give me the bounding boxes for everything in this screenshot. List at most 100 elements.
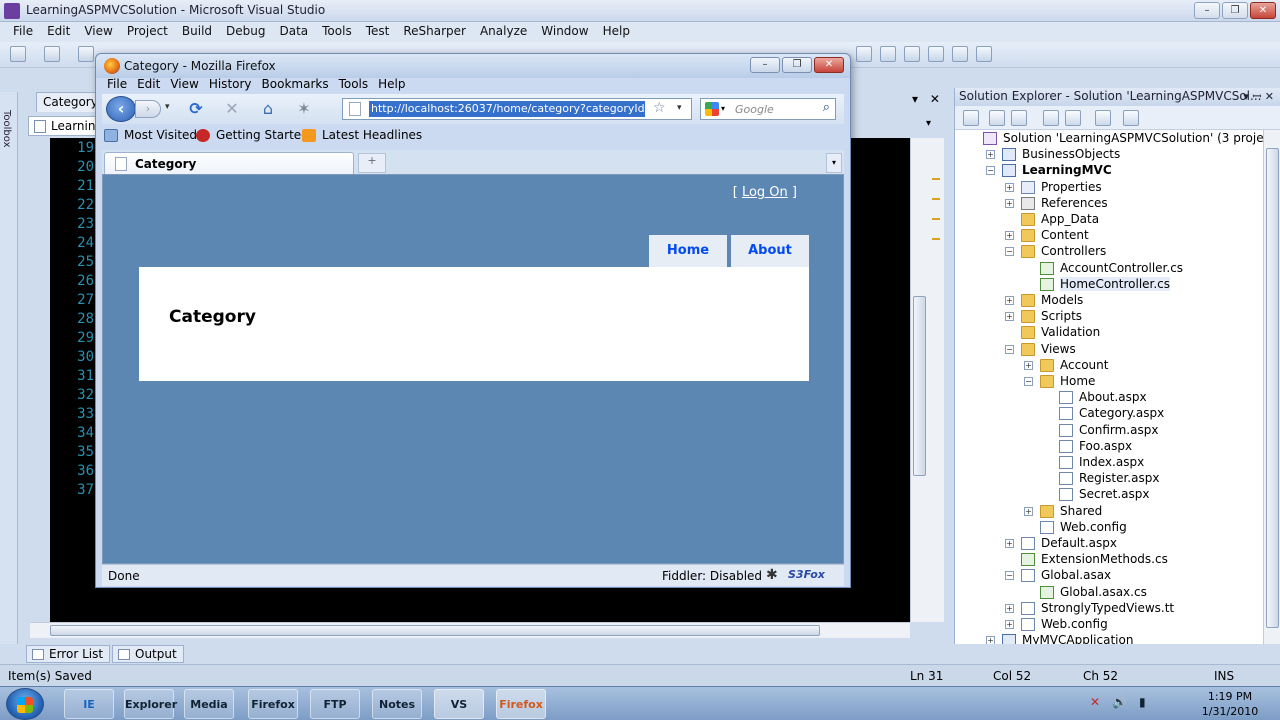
view-designer-icon[interactable] bbox=[1065, 110, 1081, 126]
solution-explorer-scrollbar[interactable] bbox=[1263, 130, 1280, 644]
collapse-icon[interactable]: − bbox=[1005, 247, 1014, 257]
back-button[interactable]: ‹ bbox=[106, 96, 136, 122]
toolbar-icon[interactable] bbox=[856, 46, 872, 62]
menu-analyze[interactable]: Analyze bbox=[473, 22, 534, 42]
toolbar-icon[interactable] bbox=[904, 46, 920, 62]
forward-button[interactable]: › bbox=[135, 100, 161, 118]
expand-icon[interactable]: + bbox=[1005, 182, 1014, 192]
taskbar-firefox[interactable]: Firefox bbox=[496, 689, 546, 719]
tab-output[interactable]: Output bbox=[112, 645, 184, 663]
tab-list-dropdown[interactable]: ▾ bbox=[826, 153, 842, 173]
close-button[interactable]: ✕ bbox=[814, 57, 844, 73]
refresh-icon[interactable] bbox=[1011, 110, 1027, 126]
taskbar-firefox-addon[interactable]: Firefox bbox=[248, 689, 298, 719]
ff-menu-file[interactable]: File bbox=[102, 76, 132, 94]
reload-icon[interactable]: ⟳ bbox=[186, 100, 206, 118]
scrollbar-thumb[interactable] bbox=[913, 296, 926, 476]
url-bar[interactable]: http://localhost:26037/home/category?cat… bbox=[342, 98, 692, 120]
ff-menu-bookmarks[interactable]: Bookmarks bbox=[257, 76, 334, 94]
bookmark-most-visited[interactable]: Most Visited bbox=[104, 128, 197, 142]
nav-about-link[interactable]: About bbox=[731, 235, 809, 267]
home-icon[interactable]: ⌂ bbox=[258, 100, 278, 118]
expand-icon[interactable]: + bbox=[1005, 198, 1014, 208]
pin-dropdown-icon[interactable]: ▾ bbox=[912, 92, 918, 106]
toolbar-icon[interactable] bbox=[976, 46, 992, 62]
show-all-files-icon[interactable] bbox=[989, 110, 1005, 126]
close-button[interactable]: ✕ bbox=[1250, 2, 1276, 19]
fiddler-status[interactable]: Fiddler: Disabled bbox=[662, 569, 762, 583]
maximize-button[interactable]: ❐ bbox=[782, 57, 812, 73]
toolbox-label[interactable]: Toolbox bbox=[1, 110, 12, 148]
collapse-icon[interactable]: − bbox=[1024, 377, 1033, 386]
view-code-icon[interactable] bbox=[1043, 110, 1059, 126]
volume-icon[interactable]: 🔊 bbox=[1112, 695, 1127, 709]
log-on-link[interactable]: Log On bbox=[742, 185, 788, 200]
expand-icon[interactable]: + bbox=[1005, 620, 1014, 629]
expand-icon[interactable]: + bbox=[1005, 231, 1014, 241]
bookmark-getting-started[interactable]: Getting Started bbox=[196, 128, 309, 142]
ff-menu-edit[interactable]: Edit bbox=[132, 76, 165, 94]
start-debug-icon[interactable] bbox=[952, 46, 968, 62]
minimize-button[interactable]: – bbox=[1194, 2, 1220, 19]
tab-error-list[interactable]: Error List bbox=[26, 645, 111, 663]
extension-icon[interactable]: ✶ bbox=[294, 100, 314, 118]
taskbar-windows-explorer[interactable]: Explorer bbox=[124, 689, 177, 719]
collapse-icon[interactable]: − bbox=[1005, 344, 1014, 354]
search-bar[interactable]: ▾ Google ⌕ bbox=[700, 98, 836, 120]
menu-test[interactable]: Test bbox=[359, 22, 397, 42]
search-icon[interactable]: ⌕ bbox=[823, 100, 830, 115]
scrollbar-thumb[interactable] bbox=[1266, 148, 1279, 628]
search-engine-dropdown-icon[interactable]: ▾ bbox=[721, 104, 725, 113]
menu-view[interactable]: View bbox=[77, 22, 119, 42]
toolbar-icon[interactable] bbox=[928, 46, 944, 62]
open-file-icon[interactable] bbox=[78, 46, 94, 62]
expand-icon[interactable]: + bbox=[1024, 360, 1033, 370]
expand-icon[interactable]: + bbox=[1005, 603, 1014, 613]
taskbar-internet-explorer[interactable]: IE bbox=[64, 689, 114, 719]
collapse-icon[interactable]: − bbox=[986, 166, 995, 176]
google-icon[interactable] bbox=[705, 102, 719, 116]
menu-build[interactable]: Build bbox=[175, 22, 219, 42]
browser-tab-category[interactable]: Category bbox=[104, 152, 354, 174]
close-document-icon[interactable]: ✕ bbox=[930, 92, 940, 106]
collapse-icon[interactable]: − bbox=[1005, 571, 1014, 581]
stop-icon[interactable]: ✕ bbox=[222, 100, 242, 118]
minimize-button[interactable]: – bbox=[750, 57, 780, 73]
expand-icon[interactable]: + bbox=[1005, 296, 1014, 305]
menu-tools[interactable]: Tools bbox=[315, 22, 359, 42]
bookmark-latest-headlines[interactable]: Latest Headlines bbox=[302, 128, 422, 142]
history-dropdown-icon[interactable]: ▾ bbox=[165, 102, 170, 112]
toolbar-icon[interactable] bbox=[880, 46, 896, 62]
menu-window[interactable]: Window bbox=[534, 22, 595, 42]
class-diagram-icon[interactable] bbox=[1095, 110, 1111, 126]
menu-resharper[interactable]: ReSharper bbox=[396, 22, 473, 42]
scrollbar-thumb[interactable] bbox=[50, 625, 820, 636]
expand-icon[interactable]: + bbox=[1005, 312, 1014, 322]
copy-website-icon[interactable] bbox=[1123, 110, 1139, 126]
add-item-icon[interactable] bbox=[44, 46, 60, 62]
taskbar-media-player[interactable]: Media bbox=[184, 689, 234, 719]
panel-controls[interactable]: ▾ ꟷ ✕ bbox=[1243, 89, 1274, 104]
battery-icon[interactable]: ▮ bbox=[1139, 695, 1146, 709]
s3fox-button[interactable]: S3Fox bbox=[788, 568, 825, 581]
search-input[interactable]: Google bbox=[735, 103, 774, 116]
taskbar-ftp[interactable]: FTP bbox=[310, 689, 360, 719]
nav-home-link[interactable]: Home bbox=[649, 235, 727, 267]
start-button[interactable] bbox=[6, 688, 44, 720]
ff-menu-view[interactable]: View bbox=[165, 76, 203, 94]
network-error-icon[interactable]: ✕ bbox=[1090, 695, 1100, 709]
menu-help[interactable]: Help bbox=[596, 22, 637, 42]
menu-file[interactable]: File bbox=[6, 22, 40, 42]
maximize-button[interactable]: ❐ bbox=[1222, 2, 1248, 19]
expand-icon[interactable]: + bbox=[986, 150, 995, 160]
ff-menu-tools[interactable]: Tools bbox=[334, 76, 374, 94]
addon-icon[interactable]: ✱ bbox=[766, 567, 778, 583]
member-dropdown-icon[interactable]: ▾ bbox=[926, 118, 931, 129]
ff-menu-history[interactable]: History bbox=[204, 76, 257, 94]
taskbar-notes[interactable]: Notes bbox=[372, 689, 422, 719]
menu-edit[interactable]: Edit bbox=[40, 22, 77, 42]
menu-data[interactable]: Data bbox=[272, 22, 315, 42]
expand-icon[interactable]: + bbox=[1005, 539, 1014, 548]
ff-menu-help[interactable]: Help bbox=[373, 76, 410, 94]
editor-vertical-scrollbar[interactable] bbox=[910, 138, 928, 622]
